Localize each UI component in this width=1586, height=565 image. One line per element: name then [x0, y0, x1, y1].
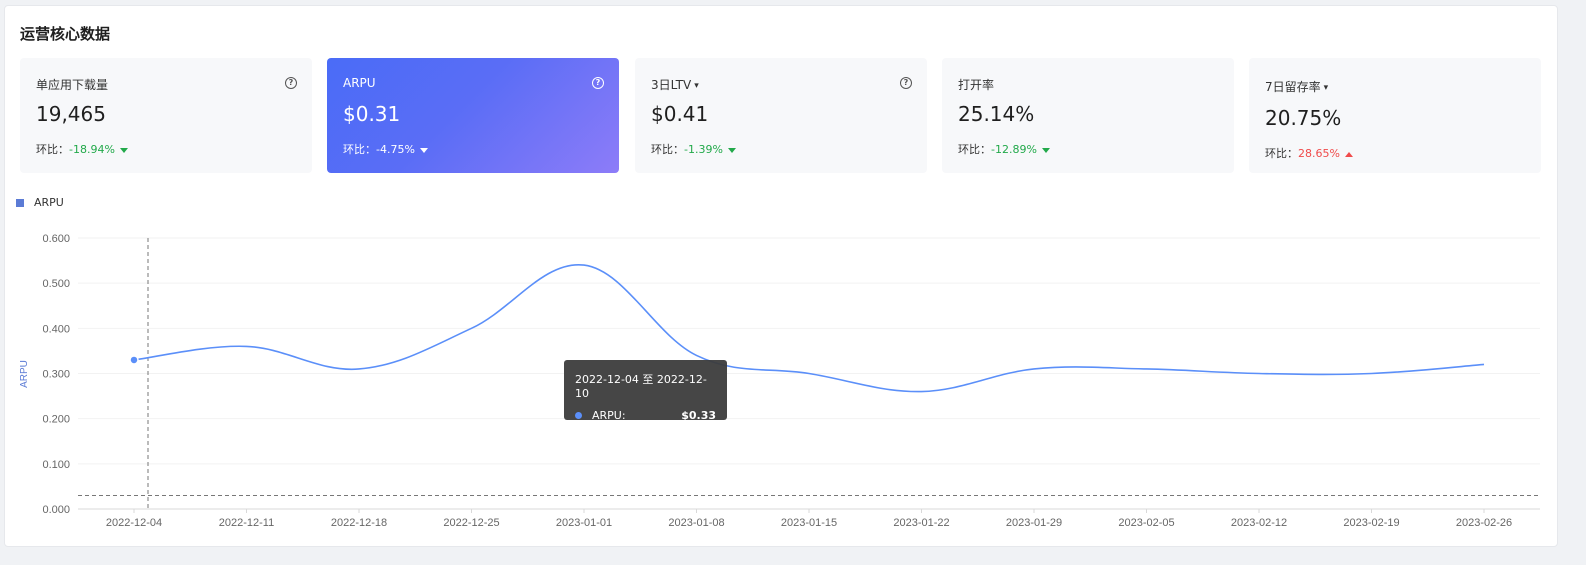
x-tick-label: 2023-02-12 [1231, 517, 1287, 529]
x-tick-label: 2023-01-22 [893, 517, 949, 529]
x-tick-label: 2022-12-25 [443, 517, 499, 529]
x-tick-label: 2022-12-11 [219, 517, 274, 529]
hover-point[interactable] [129, 355, 139, 365]
x-tick-label: 2022-12-18 [331, 517, 387, 529]
x-tick-label: 2022-12-04 [106, 517, 162, 529]
arpu-line-chart[interactable]: 0.000 0.100 0.200 0.300 0.400 0.500 0.600 2022… [0, 0, 1586, 565]
y-tick-label: 0.000 [42, 504, 70, 516]
x-tick-label: 2023-02-26 [1456, 517, 1512, 529]
x-tick-label: 2023-02-19 [1343, 517, 1399, 529]
x-tick-label: 2023-02-05 [1118, 517, 1174, 529]
y-tick-label: 0.200 [42, 414, 70, 426]
y-axis-label: ARPU [19, 360, 30, 388]
x-tick-label: 2023-01-29 [1006, 517, 1062, 529]
y-tick-label: 0.300 [42, 369, 70, 381]
y-tick-label: 0.500 [42, 278, 70, 290]
x-tick-label: 2023-01-08 [668, 517, 724, 529]
y-tick-label: 0.600 [42, 233, 70, 245]
y-tick-label: 0.100 [42, 459, 70, 471]
y-tick-label: 0.400 [42, 323, 70, 335]
tooltip-value: $0.33 [681, 409, 716, 422]
x-tick-label: 2023-01-15 [781, 517, 837, 529]
x-tick-label: 2023-01-01 [556, 517, 612, 529]
tooltip-series-label: ARPU: [592, 409, 626, 422]
chart-tooltip: 2022-12-04 至 2022-12-10 ARPU: $0.33 [564, 360, 727, 422]
tooltip-range: 2022-12-04 至 2022-12-10 [575, 373, 707, 400]
tooltip-series-dot [575, 412, 582, 419]
